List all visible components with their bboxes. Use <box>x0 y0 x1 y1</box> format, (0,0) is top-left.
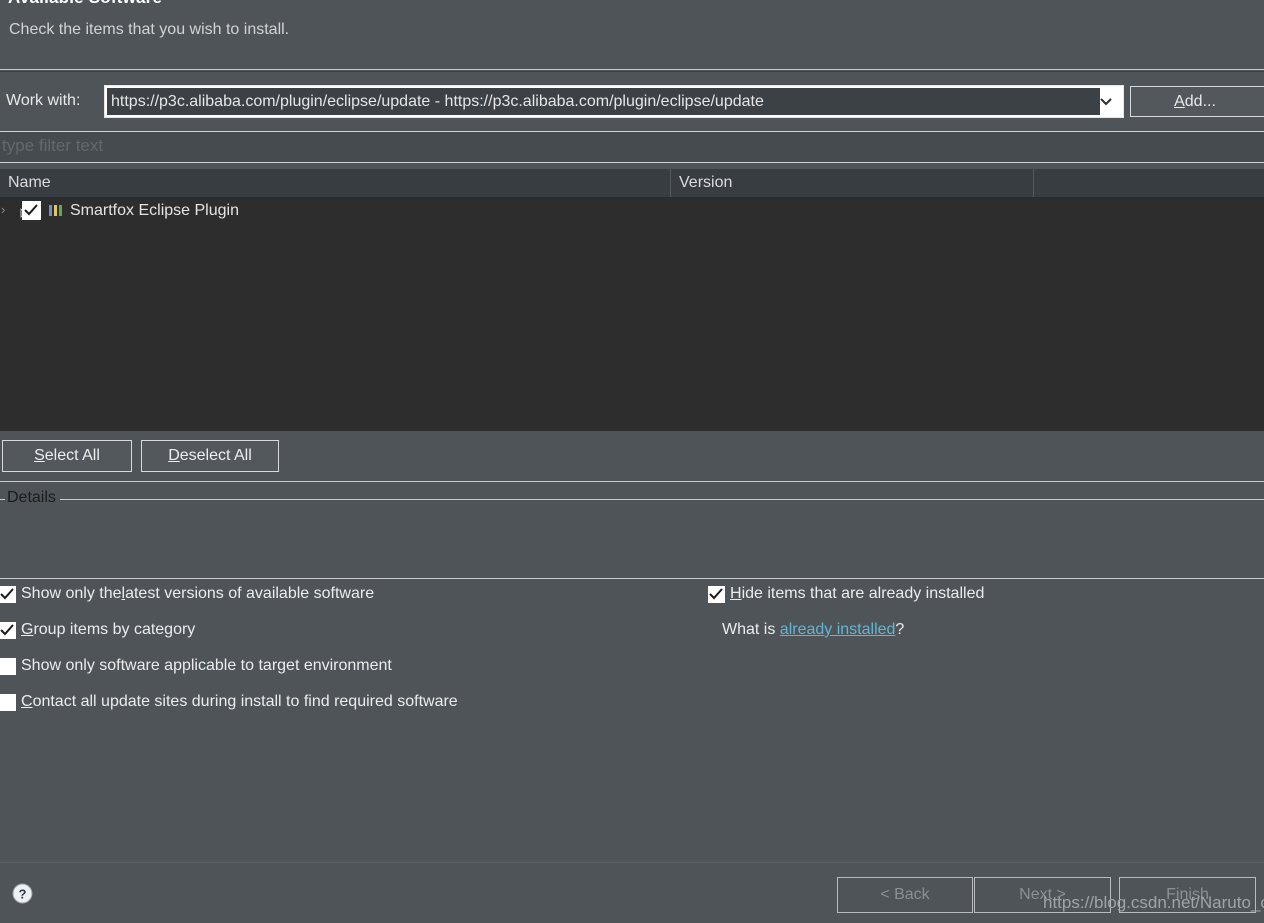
option-label-suffix: atest versions of available software <box>125 585 375 602</box>
option-label-suffix: roup items by category <box>33 621 196 638</box>
table-header: Name Version <box>0 169 1264 198</box>
header-divider-shadow <box>0 71 1264 72</box>
what-is-already-installed: What is already installed? <box>722 621 904 639</box>
option-contact-all-update-sites[interactable]: Contact all update sites during install … <box>0 693 458 711</box>
back-button-label: < Back <box>880 886 930 903</box>
help-question-icon[interactable]: ? <box>12 883 33 904</box>
deselect-all-label: eselect All <box>179 447 252 464</box>
checkbox-show-latest-versions[interactable] <box>0 585 16 603</box>
option-hide-installed-items[interactable]: Hide items that are already installed <box>708 585 984 603</box>
what-is-prefix: What is <box>722 621 780 638</box>
select-all-mnemonic: S <box>34 447 45 464</box>
checkbox-contact-all-update-sites[interactable] <box>0 693 16 711</box>
work-with-label: Work with: <box>6 92 81 109</box>
add-button-mnemonic: A <box>1174 92 1185 110</box>
column-header-blank[interactable] <box>1033 169 1264 197</box>
option-show-latest-versions[interactable]: Show only the l atest versions of availab… <box>0 585 374 603</box>
filter-placeholder: type filter text <box>2 136 104 155</box>
option-label-mnemonic: H <box>730 585 742 602</box>
page-title: Available Software <box>8 0 162 8</box>
dialog-header: Available Software Check the items that … <box>0 0 1264 70</box>
checkbox-show-applicable-software[interactable] <box>0 657 16 675</box>
already-installed-link[interactable]: already installed <box>780 621 896 638</box>
deselect-all-button[interactable]: Deselect All <box>141 440 279 472</box>
scroll-chevron-icon: › <box>1 202 6 217</box>
chevron-down-icon[interactable] <box>1092 86 1120 117</box>
what-is-suffix: ? <box>895 621 905 638</box>
select-all-button[interactable]: Select All <box>2 440 132 472</box>
option-label-prefix: Show only software applicable to target … <box>21 657 392 674</box>
software-tree[interactable]: › Smartfox Eclipse Plugin <box>0 197 1264 431</box>
details-group-border <box>0 499 1264 500</box>
row-name-label: Smartfox Eclipse Plugin <box>70 202 239 219</box>
add-button[interactable]: Add... <box>1130 86 1264 117</box>
option-label-suffix: ontact all update sites during install t… <box>32 693 458 710</box>
category-bars-icon <box>49 205 64 216</box>
option-group-items-by-category[interactable]: Group items by category <box>0 621 195 639</box>
deselect-all-mnemonic: D <box>168 447 180 464</box>
checkbox-hide-installed-items[interactable] <box>708 585 725 603</box>
filter-input[interactable] <box>0 131 1264 163</box>
row-checkbox[interactable] <box>22 201 41 220</box>
column-header-version[interactable]: Version <box>670 169 1033 197</box>
svg-text:?: ? <box>19 887 27 902</box>
table-row[interactable]: › Smartfox Eclipse Plugin <box>0 197 1264 225</box>
divider-above-details <box>0 481 1264 482</box>
option-label-mnemonic: G <box>21 621 34 638</box>
work-with-input[interactable]: https://p3c.alibaba.com/plugin/eclipse/u… <box>107 88 1100 115</box>
option-label-mnemonic: C <box>21 693 33 710</box>
watermark-text: https://blog.csdn.net/Naruto_c <box>1043 893 1264 912</box>
footer-divider <box>0 862 1264 863</box>
details-group: Details <box>0 489 1264 579</box>
expand-arrow-icon[interactable] <box>13 204 27 219</box>
column-header-name[interactable]: Name <box>0 169 670 197</box>
page-subtitle: Check the items that you wish to install… <box>9 21 290 38</box>
add-button-label: dd... <box>1184 92 1216 110</box>
option-label-suffix: ide items that are already installed <box>741 585 985 602</box>
back-button[interactable]: < Back <box>837 877 973 913</box>
details-group-label: Details <box>5 489 60 507</box>
header-divider <box>0 69 1264 70</box>
checkbox-group-items-by-category[interactable] <box>0 621 16 639</box>
option-show-applicable-software[interactable]: Show only software applicable to target … <box>0 657 392 675</box>
work-with-combo[interactable]: https://p3c.alibaba.com/plugin/eclipse/u… <box>104 85 1124 118</box>
option-label-prefix: Show only the <box>21 585 122 602</box>
divider-below-details <box>0 578 1264 579</box>
select-all-label: elect All <box>44 447 100 464</box>
